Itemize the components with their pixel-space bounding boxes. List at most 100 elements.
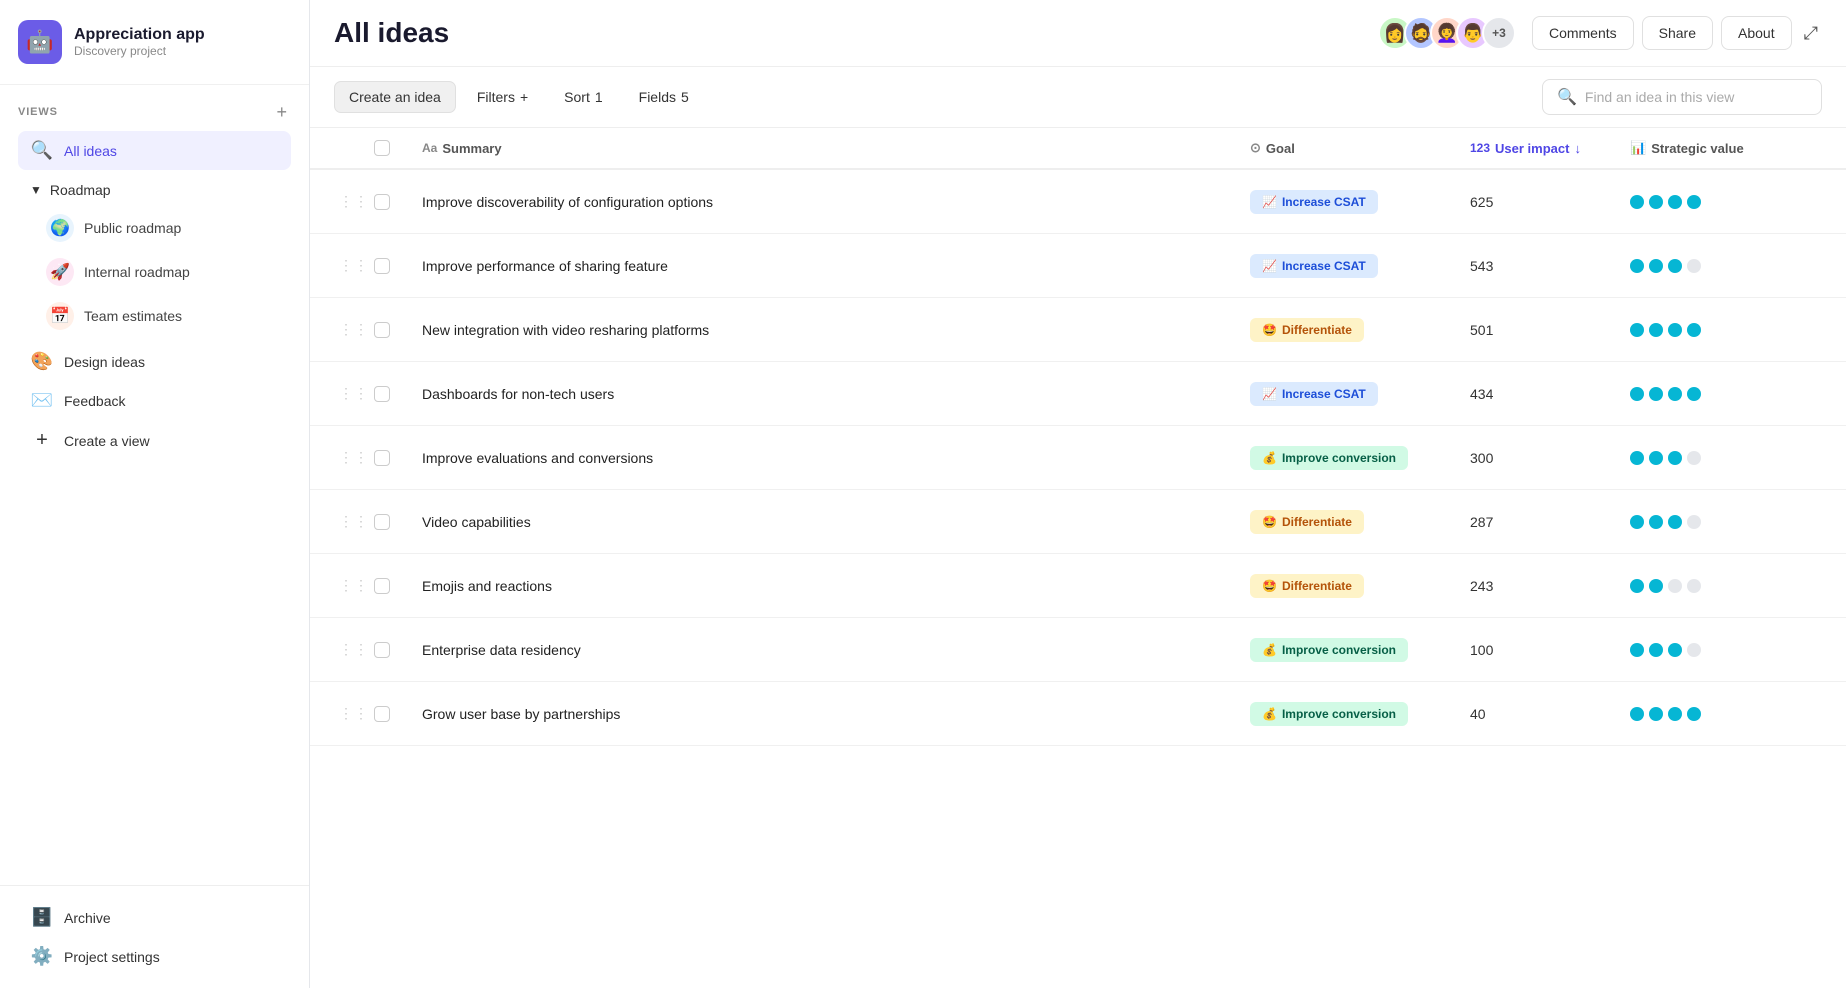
goal-label-1: Increase CSAT — [1282, 195, 1366, 209]
column-goal[interactable]: ⊙ Goal — [1242, 128, 1462, 168]
search-box[interactable]: 🔍 — [1542, 79, 1822, 115]
about-button[interactable]: About — [1721, 16, 1792, 50]
share-button[interactable]: Share — [1642, 16, 1713, 50]
row-checkbox-7[interactable] — [374, 578, 390, 594]
sort-button[interactable]: Sort 1 — [549, 81, 617, 113]
row-checkbox-1[interactable] — [374, 194, 390, 210]
row-check-cell — [374, 514, 414, 530]
drag-handle[interactable]: ⋮⋮ — [334, 577, 374, 594]
drag-handle[interactable]: ⋮⋮ — [334, 449, 374, 466]
goal-badge-2[interactable]: 📈 Increase CSAT — [1250, 254, 1378, 278]
row-checkbox-2[interactable] — [374, 258, 390, 274]
idea-title-3[interactable]: New integration with video resharing pla… — [414, 322, 1242, 338]
summary-type-icon: Aa — [422, 141, 437, 155]
idea-title-4[interactable]: Dashboards for non-tech users — [414, 386, 1242, 402]
column-summary[interactable]: Aa Summary — [414, 129, 1242, 168]
strategic-dot — [1668, 259, 1682, 273]
create-view-icon: + — [30, 429, 54, 452]
goal-emoji-2: 📈 — [1262, 259, 1277, 273]
strategic-dot — [1687, 643, 1701, 657]
drag-handle[interactable]: ⋮⋮ — [334, 193, 374, 210]
row-checkbox-3[interactable] — [374, 322, 390, 338]
goal-badge-3[interactable]: 🤩 Differentiate — [1250, 318, 1364, 342]
main-header: All ideas 👩 🧔 👩‍🦱 👨 +3 Comments Share Ab… — [310, 0, 1846, 67]
table-row: ⋮⋮ Grow user base by partnerships 💰 Impr… — [310, 682, 1846, 746]
idea-title-2[interactable]: Improve performance of sharing feature — [414, 258, 1242, 274]
drag-handle[interactable]: ⋮⋮ — [334, 705, 374, 722]
roadmap-child-public[interactable]: 🌍 Public roadmap — [34, 206, 291, 250]
roadmap-header[interactable]: ▼ Roadmap — [18, 174, 291, 206]
add-view-button[interactable]: + — [272, 103, 291, 121]
strategic-dot — [1687, 515, 1701, 529]
user-impact-2: 543 — [1462, 258, 1622, 274]
column-strategic-value[interactable]: 📊 Strategic value — [1622, 128, 1822, 168]
sidebar-item-all-ideas[interactable]: 🔍 All ideas — [18, 131, 291, 170]
create-idea-button[interactable]: Create an idea — [334, 81, 456, 113]
sidebar-item-design-ideas[interactable]: 🎨 Design ideas — [18, 342, 291, 381]
goal-cell-2: 📈 Increase CSAT — [1242, 254, 1462, 278]
drag-handle[interactable]: ⋮⋮ — [334, 385, 374, 402]
idea-title-6[interactable]: Video capabilities — [414, 514, 1242, 530]
row-checkbox-5[interactable] — [374, 450, 390, 466]
goal-badge-6[interactable]: 🤩 Differentiate — [1250, 510, 1364, 534]
fields-button[interactable]: Fields 5 — [624, 81, 704, 113]
table-row: ⋮⋮ Enterprise data residency 💰 Improve c… — [310, 618, 1846, 682]
strategic-dots-2 — [1622, 259, 1822, 273]
user-impact-type-icon: 123 — [1470, 141, 1490, 155]
strategic-dot — [1630, 643, 1644, 657]
sidebar-item-archive[interactable]: 🗄️ Archive — [18, 898, 291, 937]
roadmap-child-team[interactable]: 📅 Team estimates — [34, 294, 291, 338]
goal-cell-1: 📈 Increase CSAT — [1242, 190, 1462, 214]
avatars-group: 👩 🧔 👩‍🦱 👨 +3 — [1378, 16, 1516, 50]
drag-icon: ⋮⋮ — [339, 193, 369, 210]
strategic-dot — [1668, 579, 1682, 593]
drag-handle[interactable]: ⋮⋮ — [334, 513, 374, 530]
idea-title-1[interactable]: Improve discoverability of configuration… — [414, 194, 1242, 210]
goal-badge-7[interactable]: 🤩 Differentiate — [1250, 574, 1364, 598]
goal-badge-5[interactable]: 💰 Improve conversion — [1250, 446, 1408, 470]
app-header-text: Appreciation app Discovery project — [74, 26, 205, 58]
select-all-checkbox[interactable] — [374, 140, 390, 156]
row-checkbox-6[interactable] — [374, 514, 390, 530]
search-input[interactable] — [1585, 89, 1807, 105]
sidebar-item-feedback[interactable]: ✉️ Feedback — [18, 381, 291, 420]
goal-emoji-8: 💰 — [1262, 643, 1277, 657]
goal-label-7: Differentiate — [1282, 579, 1352, 593]
goal-badge-4[interactable]: 📈 Increase CSAT — [1250, 382, 1378, 406]
row-checkbox-4[interactable] — [374, 386, 390, 402]
drag-handle[interactable]: ⋮⋮ — [334, 257, 374, 274]
views-label-row: VIEWS + — [18, 103, 291, 121]
sidebar-item-create-view[interactable]: + Create a view — [18, 420, 291, 461]
goal-badge-1[interactable]: 📈 Increase CSAT — [1250, 190, 1378, 214]
strategic-dot — [1668, 451, 1682, 465]
main-content: All ideas 👩 🧔 👩‍🦱 👨 +3 Comments Share Ab… — [310, 0, 1846, 988]
strategic-dot — [1668, 195, 1682, 209]
goal-cell-5: 💰 Improve conversion — [1242, 446, 1462, 470]
row-checkbox-9[interactable] — [374, 706, 390, 722]
toolbar: Create an idea Filters + Sort 1 Fields 5… — [310, 67, 1846, 128]
user-impact-6: 287 — [1462, 514, 1622, 530]
sidebar-item-project-settings[interactable]: ⚙️ Project settings — [18, 937, 291, 976]
strategic-dot — [1687, 451, 1701, 465]
filters-button[interactable]: Filters + — [462, 81, 543, 113]
comments-button[interactable]: Comments — [1532, 16, 1634, 50]
column-user-impact[interactable]: 123 User impact ↓ — [1462, 129, 1622, 168]
strategic-dot — [1630, 387, 1644, 401]
design-ideas-icon: 🎨 — [30, 351, 54, 372]
strategic-dot — [1630, 579, 1644, 593]
roadmap-child-internal[interactable]: 🚀 Internal roadmap — [34, 250, 291, 294]
strategic-dots-8 — [1622, 643, 1822, 657]
strategic-value-icon: 📊 — [1630, 140, 1646, 156]
idea-title-5[interactable]: Improve evaluations and conversions — [414, 450, 1242, 466]
goal-badge-9[interactable]: 💰 Improve conversion — [1250, 702, 1408, 726]
expand-button[interactable]: ⤢ — [1800, 19, 1822, 48]
strategic-dot — [1687, 323, 1701, 337]
goal-badge-8[interactable]: 💰 Improve conversion — [1250, 638, 1408, 662]
idea-title-7[interactable]: Emojis and reactions — [414, 578, 1242, 594]
idea-title-9[interactable]: Grow user base by partnerships — [414, 706, 1242, 722]
drag-handle[interactable]: ⋮⋮ — [334, 641, 374, 658]
drag-handle[interactable]: ⋮⋮ — [334, 321, 374, 338]
idea-title-8[interactable]: Enterprise data residency — [414, 642, 1242, 658]
team-estimates-label: Team estimates — [84, 308, 182, 324]
row-checkbox-8[interactable] — [374, 642, 390, 658]
